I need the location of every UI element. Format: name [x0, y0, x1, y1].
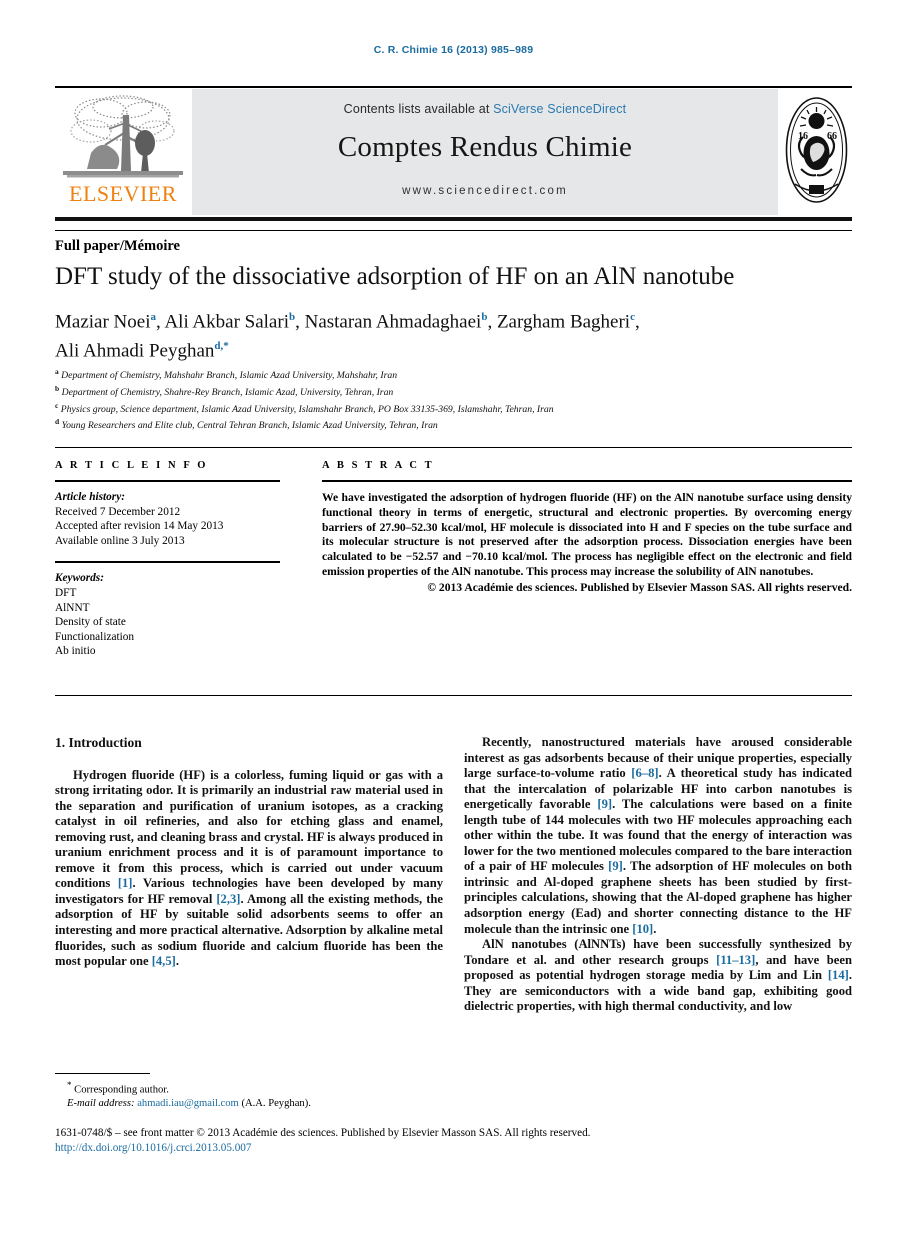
paragraph-right-1: Recently, nanostructured materials have … [464, 735, 852, 937]
right-text-e: . [653, 921, 657, 936]
keyword-1: AlNNT [55, 601, 90, 614]
masthead-bottom-rule [55, 217, 852, 221]
affiliation-c: c Physics group, Science department, Isl… [55, 400, 855, 417]
affiliation-text-b: Department of Chemistry, Shahre-Rey Bran… [61, 387, 394, 399]
citation-14[interactable]: [14] [828, 968, 849, 982]
citation-9a[interactable]: [9] [597, 797, 612, 811]
affiliation-text-a: Department of Chemistry, Mahshahr Branch… [61, 370, 398, 382]
affiliation-text-c: Physics group, Science department, Islam… [60, 403, 554, 415]
article-history-item-1: Accepted after revision 14 May 2013 [55, 520, 224, 533]
title-top-rule [55, 230, 852, 231]
article-type-label: Full paper/Mémoire [55, 238, 180, 254]
page-footer: 1631-0748/$ – see front matter © 2013 Ac… [55, 1126, 852, 1155]
footer-copyright: 1631-0748/$ – see front matter © 2013 Ac… [55, 1127, 591, 1139]
keyword-0: DFT [55, 586, 77, 599]
email-owner: (A.A. Peyghan). [241, 1098, 311, 1110]
sciencedirect-link[interactable]: SciVerse ScienceDirect [493, 102, 626, 116]
abstract-copyright: © 2013 Académie des sciences. Published … [427, 580, 852, 594]
keyword-2: Density of state [55, 616, 126, 629]
corresponding-author-footnote: * Corresponding author. E-mail address: … [55, 1073, 443, 1111]
author-list: Maziar Noeia, Ali Akbar Salarib, Nastara… [55, 311, 640, 362]
footnote-rule [55, 1073, 150, 1074]
footnote-body: * Corresponding author. E-mail address: … [55, 1079, 443, 1111]
academie-des-sciences-seal-icon: 16 66 [785, 97, 848, 203]
citation-10[interactable]: [10] [632, 922, 653, 936]
email-label: E-mail address: [67, 1098, 135, 1110]
article-history-label: Article history: [55, 491, 125, 503]
author-mark-5: d,* [214, 340, 229, 353]
citation-6-8[interactable]: [6–8] [631, 766, 658, 780]
article-history-group: Article history: Received 7 December 201… [55, 490, 280, 548]
paragraph-intro-1: Hydrogen fluoride (HF) is a colorless, f… [55, 768, 443, 970]
elsevier-tree-icon [63, 95, 183, 178]
journal-article-page: C. R. Chimie 16 (2013) 985–989 ELSEVIER … [0, 0, 907, 1238]
article-info-heading-rule [55, 480, 280, 482]
elsevier-wordmark: ELSEVIER [69, 181, 177, 206]
footnote-marker: * [67, 1080, 72, 1090]
citation-4-5[interactable]: [4,5] [152, 954, 176, 968]
affiliation-a: a Department of Chemistry, Mahshahr Bran… [55, 366, 855, 383]
keywords-group: Keywords: DFT AlNNT Density of state Fun… [55, 571, 280, 659]
author-name-4: Zargham Bagheri [496, 311, 631, 333]
author-mark-2: b [288, 311, 296, 323]
abstract-text: We have investigated the adsorption of h… [322, 491, 852, 578]
abstract-column: A B S T R A C T We have investigated the… [322, 460, 852, 596]
author-name-1: Maziar Noei [55, 311, 151, 333]
affiliation-mark-b: b [55, 383, 60, 393]
journal-url[interactable]: www.sciencedirect.com [192, 185, 778, 197]
info-band-top-rule [55, 447, 852, 448]
keyword-4: Ab initio [55, 645, 96, 658]
journal-title: Comptes Rendus Chimie [337, 131, 633, 163]
affiliation-d: d Young Researchers and Elite club, Cent… [55, 416, 855, 433]
page-title: DFT study of the dissociative adsorption… [55, 263, 735, 290]
article-info-heading: A R T I C L E I N F O [55, 460, 209, 471]
contents-prefix: Contents lists available at [343, 102, 494, 116]
citation-1[interactable]: [1] [118, 876, 133, 890]
intro-text-d: . [175, 954, 179, 969]
running-head: C. R. Chimie 16 (2013) 985–989 [373, 44, 534, 56]
journal-masthead: ELSEVIER Contents lists available at Sci… [55, 86, 852, 221]
academie-seal: 16 66 [781, 89, 852, 215]
keywords-rule [55, 561, 280, 564]
masthead-banner: Contents lists available at SciVerse Sci… [192, 89, 778, 215]
author-name-3: Nastaran Ahmadaghaei [304, 311, 482, 333]
affiliation-mark-c: c [55, 400, 59, 410]
body-column-left: 1. Introduction Hydrogen fluoride (HF) i… [55, 735, 443, 970]
section-heading-introduction: 1. Introduction [55, 735, 142, 750]
doi-link[interactable]: http://dx.doi.org/10.1016/j.crci.2013.05… [55, 1141, 852, 1156]
citation-9b[interactable]: [9] [608, 859, 623, 873]
contents-available-line: Contents lists available at SciVerse Sci… [192, 102, 778, 116]
author-mark-4: c [630, 311, 635, 323]
keyword-3: Functionalization [55, 630, 135, 643]
keywords-label: Keywords: [55, 572, 104, 585]
info-band-bottom-rule [55, 695, 852, 696]
affiliation-mark-d: d [55, 417, 60, 427]
abstract-heading: A B S T R A C T [322, 460, 435, 471]
author-mark-1: a [150, 311, 156, 323]
corresponding-author-text: Corresponding author. [74, 1084, 169, 1096]
article-history-item-2: Available online 3 July 2013 [55, 534, 185, 547]
citation-2-3[interactable]: [2,3] [216, 892, 240, 906]
affiliation-mark-a: a [55, 367, 59, 376]
citation-11-13[interactable]: [11–13] [716, 953, 755, 967]
article-info-column: A R T I C L E I N F O Article history: R… [55, 460, 280, 659]
elsevier-logo: ELSEVIER [57, 91, 189, 215]
email-link[interactable]: ahmadi.iau@gmail.com [137, 1098, 239, 1109]
author-mark-3: b [481, 311, 488, 323]
affiliation-text-d: Young Researchers and Elite club, Centra… [61, 420, 438, 432]
affiliation-b: b Department of Chemistry, Shahre-Rey Br… [55, 383, 855, 400]
author-name-5: Ali Ahmadi Peyghan [55, 340, 215, 362]
abstract-heading-rule [322, 480, 852, 482]
masthead-top-rule [55, 86, 852, 88]
intro-text-a: Hydrogen fluoride (HF) is a colorless, f… [55, 767, 443, 891]
article-history-item-0: Received 7 December 2012 [55, 505, 181, 518]
paragraph-right-2: AlN nanotubes (AlNNTs) have been success… [464, 937, 852, 1015]
author-name-2: Ali Akbar Salari [164, 311, 289, 333]
affiliation-list: a Department of Chemistry, Mahshahr Bran… [55, 366, 855, 433]
body-column-right: Recently, nanostructured materials have … [464, 735, 852, 1015]
